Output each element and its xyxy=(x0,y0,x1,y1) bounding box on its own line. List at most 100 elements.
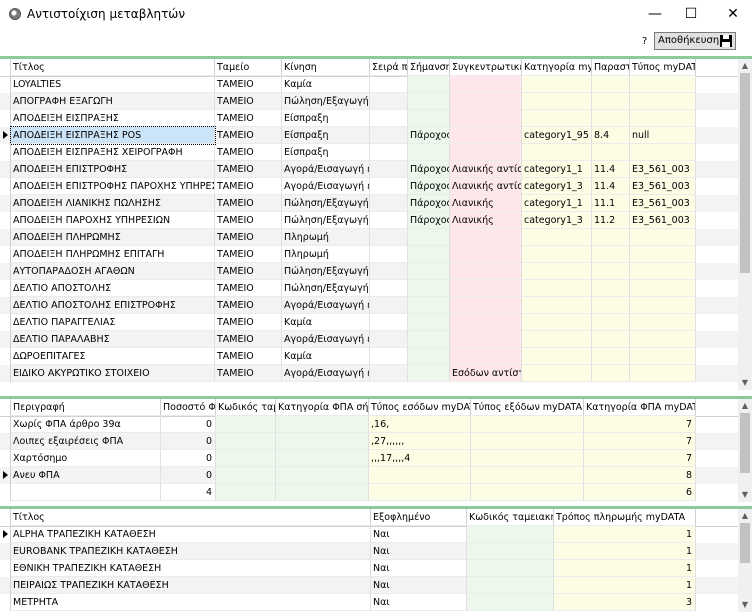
cell-col-1[interactable]: ΤΑΜΕΙΟ xyxy=(215,178,282,195)
column-header-3[interactable]: Κατηγορία ΦΠΑ σήμ xyxy=(276,399,369,416)
scroll-up-icon[interactable]: ▲ xyxy=(738,59,752,73)
cell-col-3[interactable] xyxy=(370,195,408,212)
table-row[interactable]: 46 xyxy=(0,484,738,501)
cell-col-6[interactable]: category1_1 xyxy=(522,195,592,212)
table-row[interactable]: ΑΠΟΔΕΙΞΗ ΠΛΗΡΩΜΗΣ ΕΠΙΤΑΓΗ ΤΑΜΕΙΟ Πληρωμή xyxy=(0,246,738,263)
cell-col-3[interactable] xyxy=(276,484,369,501)
cell-col-1[interactable]: Ναι xyxy=(371,543,467,560)
payment-methods-grid[interactable]: Τίτλος Εξοφλημένο Κωδικός ταμειακής Τρόπος … xyxy=(0,506,752,612)
cell-col-1[interactable]: ΤΑΜΕΙΟ xyxy=(215,93,282,110)
table-row[interactable]: Λοιπες εξαιρέσεις ΦΠΑ 0 ,27,,,,,, 7 xyxy=(0,433,738,450)
cell-col-3[interactable]: 1 xyxy=(554,526,696,543)
column-header-4[interactable]: Σήμανση xyxy=(408,59,450,76)
cell-col-5[interactable]: Λιανικής αντίστρ xyxy=(450,178,522,195)
cell-col-7[interactable] xyxy=(592,297,630,314)
cell-col-2[interactable] xyxy=(216,484,276,501)
column-header-6[interactable]: Κατηγορία ΦΠΑ myDATA xyxy=(584,399,696,416)
column-header-0[interactable]: Περιγραφή xyxy=(11,399,161,416)
cell-col-4[interactable] xyxy=(408,348,450,365)
cell-col-3[interactable] xyxy=(370,93,408,110)
cell-col-2[interactable] xyxy=(216,450,276,467)
cell-col-6[interactable] xyxy=(522,93,592,110)
table-row[interactable]: ΕΙΔΙΚΟ ΑΚΥΡΩΤΙΚΟ ΣΤΟΙΧΕΙΟ ΤΑΜΕΙΟ Αγορά/Εισ… xyxy=(0,365,738,382)
cell-col-6[interactable]: 7 xyxy=(584,450,696,467)
scroll-thumb[interactable] xyxy=(740,73,750,273)
cell-col-1[interactable]: ΤΑΜΕΙΟ xyxy=(215,348,282,365)
cell-col-6[interactable] xyxy=(522,229,592,246)
cell-col-3[interactable] xyxy=(276,450,369,467)
cell-col-3[interactable]: 1 xyxy=(554,560,696,577)
scroll-thumb[interactable] xyxy=(740,413,750,473)
cell-col-8[interactable] xyxy=(630,331,696,348)
cell-col-5[interactable]: Εσόδων αντίστρ xyxy=(450,365,522,382)
cell-col-6[interactable] xyxy=(522,331,592,348)
cell-col-4[interactable] xyxy=(408,229,450,246)
row-selector[interactable] xyxy=(0,127,11,144)
row-selector[interactable] xyxy=(0,577,11,594)
scroll-thumb[interactable] xyxy=(740,523,750,563)
cell-col-7[interactable] xyxy=(592,229,630,246)
cell-col-3[interactable] xyxy=(370,365,408,382)
row-selector[interactable] xyxy=(0,246,11,263)
cell-col-8[interactable] xyxy=(630,365,696,382)
cell-col-1[interactable]: ΤΑΜΕΙΟ xyxy=(215,246,282,263)
cell-col-0[interactable]: ΑΠΟΔΕΙΞΗ ΕΠΙΣΤΡΟΦΗΣ ΠΑΡΟΧΗΣ ΥΠΗΡΕΣΙ xyxy=(11,178,215,195)
cell-col-4[interactable]: ,16, xyxy=(369,416,471,433)
cell-col-6[interactable] xyxy=(522,144,592,161)
cell-col-2[interactable] xyxy=(467,560,554,577)
cell-col-8[interactable] xyxy=(630,229,696,246)
cell-col-1[interactable]: ΤΑΜΕΙΟ xyxy=(215,76,282,93)
table-row[interactable]: ΠΕΙΡΑΙΩΣ ΤΡΑΠΕΖΙΚΗ ΚΑΤΑΘΕΣΗ Ναι 1 xyxy=(0,577,738,594)
cell-col-7[interactable] xyxy=(592,331,630,348)
cell-col-6[interactable] xyxy=(522,246,592,263)
cell-col-6[interactable]: 8 xyxy=(584,467,696,484)
cell-col-8[interactable] xyxy=(630,110,696,127)
cell-col-2[interactable] xyxy=(216,433,276,450)
cell-col-8[interactable] xyxy=(630,348,696,365)
cell-col-0[interactable]: ΕΙΔΙΚΟ ΑΚΥΡΩΤΙΚΟ ΣΤΟΙΧΕΙΟ xyxy=(11,365,215,382)
cell-col-1[interactable]: Ναι xyxy=(371,577,467,594)
cell-col-8[interactable]: E3_561_003 xyxy=(630,161,696,178)
cell-col-7[interactable] xyxy=(592,280,630,297)
cell-col-3[interactable]: 1 xyxy=(554,543,696,560)
cell-col-4[interactable] xyxy=(369,467,471,484)
cell-col-8[interactable] xyxy=(630,314,696,331)
cell-col-0[interactable]: ALPHA ΤΡΑΠΕΖΙΚΗ ΚΑΤΑΘΕΣΗ xyxy=(11,526,371,543)
table-row[interactable]: ΑΠΟΔΕΙΞΗ ΕΙΣΠΡΑΞΗΣ POS ΤΑΜΕΙΟ Είσπραξη Πάρο… xyxy=(0,126,738,145)
cell-col-0[interactable]: ΑΠΟΔΕΙΞΗ ΕΙΣΠΡΑΞΗΣ xyxy=(11,110,215,127)
cell-col-7[interactable]: 8.4 xyxy=(592,127,630,144)
cell-col-5[interactable] xyxy=(471,416,584,433)
cell-col-4[interactable] xyxy=(408,314,450,331)
row-selector[interactable] xyxy=(0,526,11,543)
cell-col-0[interactable]: ΑΠΟΔΕΙΞΗ ΕΙΣΠΡΑΞΗΣ POS xyxy=(10,126,216,145)
cell-col-3[interactable] xyxy=(370,314,408,331)
cell-col-5[interactable] xyxy=(450,331,522,348)
cell-col-4[interactable] xyxy=(408,110,450,127)
table-row[interactable]: ΑΠΟΔΕΙΞΗ ΕΠΙΣΤΡΟΦΗΣ ΠΑΡΟΧΗΣ ΥΠΗΡΕΣΙ ΤΑΜΕΙ… xyxy=(0,178,738,195)
cell-col-3[interactable] xyxy=(370,212,408,229)
cell-col-0[interactable]: ΔΕΛΤΙΟ ΠΑΡΑΓΓΕΛΙΑΣ xyxy=(11,314,215,331)
cell-col-5[interactable] xyxy=(450,229,522,246)
cell-col-7[interactable] xyxy=(592,144,630,161)
cell-col-7[interactable]: 11.1 xyxy=(592,195,630,212)
cell-col-0[interactable]: ΑΠΟΓΡΑΦΗ ΕΞΑΓΩΓΗ xyxy=(11,93,215,110)
row-selector[interactable] xyxy=(0,161,11,178)
cell-col-5[interactable] xyxy=(450,314,522,331)
table-row[interactable]: ΑΠΟΔΕΙΞΗ ΕΙΣΠΡΑΞΗΣ ΧΕΙΡΟΓΡΑΦΗ ΤΑΜΕΙΟ Είσπρ… xyxy=(0,144,738,161)
table-row[interactable]: ΔΕΛΤΙΟ ΠΑΡΑΓΓΕΛΙΑΣ ΤΑΜΕΙΟ Καμία xyxy=(0,314,738,331)
row-selector[interactable] xyxy=(0,560,11,577)
cell-col-0[interactable]: ΑΥΤΟΠΑΡΑΔΟΣΗ ΑΓΑΘΩΝ xyxy=(11,263,215,280)
table-row[interactable]: ΑΠΟΔΕΙΞΗ ΠΑΡΟΧΗΣ ΥΠΗΡΕΣΙΩΝ ΤΑΜΕΙΟ Πώληση/Ε… xyxy=(0,212,738,229)
cell-col-1[interactable]: ΤΑΜΕΙΟ xyxy=(215,365,282,382)
scroll-up-icon[interactable]: ▲ xyxy=(738,399,752,413)
cell-col-6[interactable] xyxy=(522,297,592,314)
cell-col-5[interactable] xyxy=(450,280,522,297)
column-header-2[interactable]: Κίνηση xyxy=(282,59,370,76)
row-selector[interactable] xyxy=(0,416,11,433)
cell-col-7[interactable] xyxy=(592,93,630,110)
table-row[interactable]: ΑΥΤΟΠΑΡΑΔΟΣΗ ΑΓΑΘΩΝ ΤΑΜΕΙΟ Πώληση/Εξαγωγή … xyxy=(0,263,738,280)
cell-col-2[interactable]: Καμία xyxy=(282,348,370,365)
cell-col-4[interactable] xyxy=(408,365,450,382)
minimize-button[interactable]: — xyxy=(640,4,670,24)
cell-col-1[interactable]: Ναι xyxy=(371,560,467,577)
